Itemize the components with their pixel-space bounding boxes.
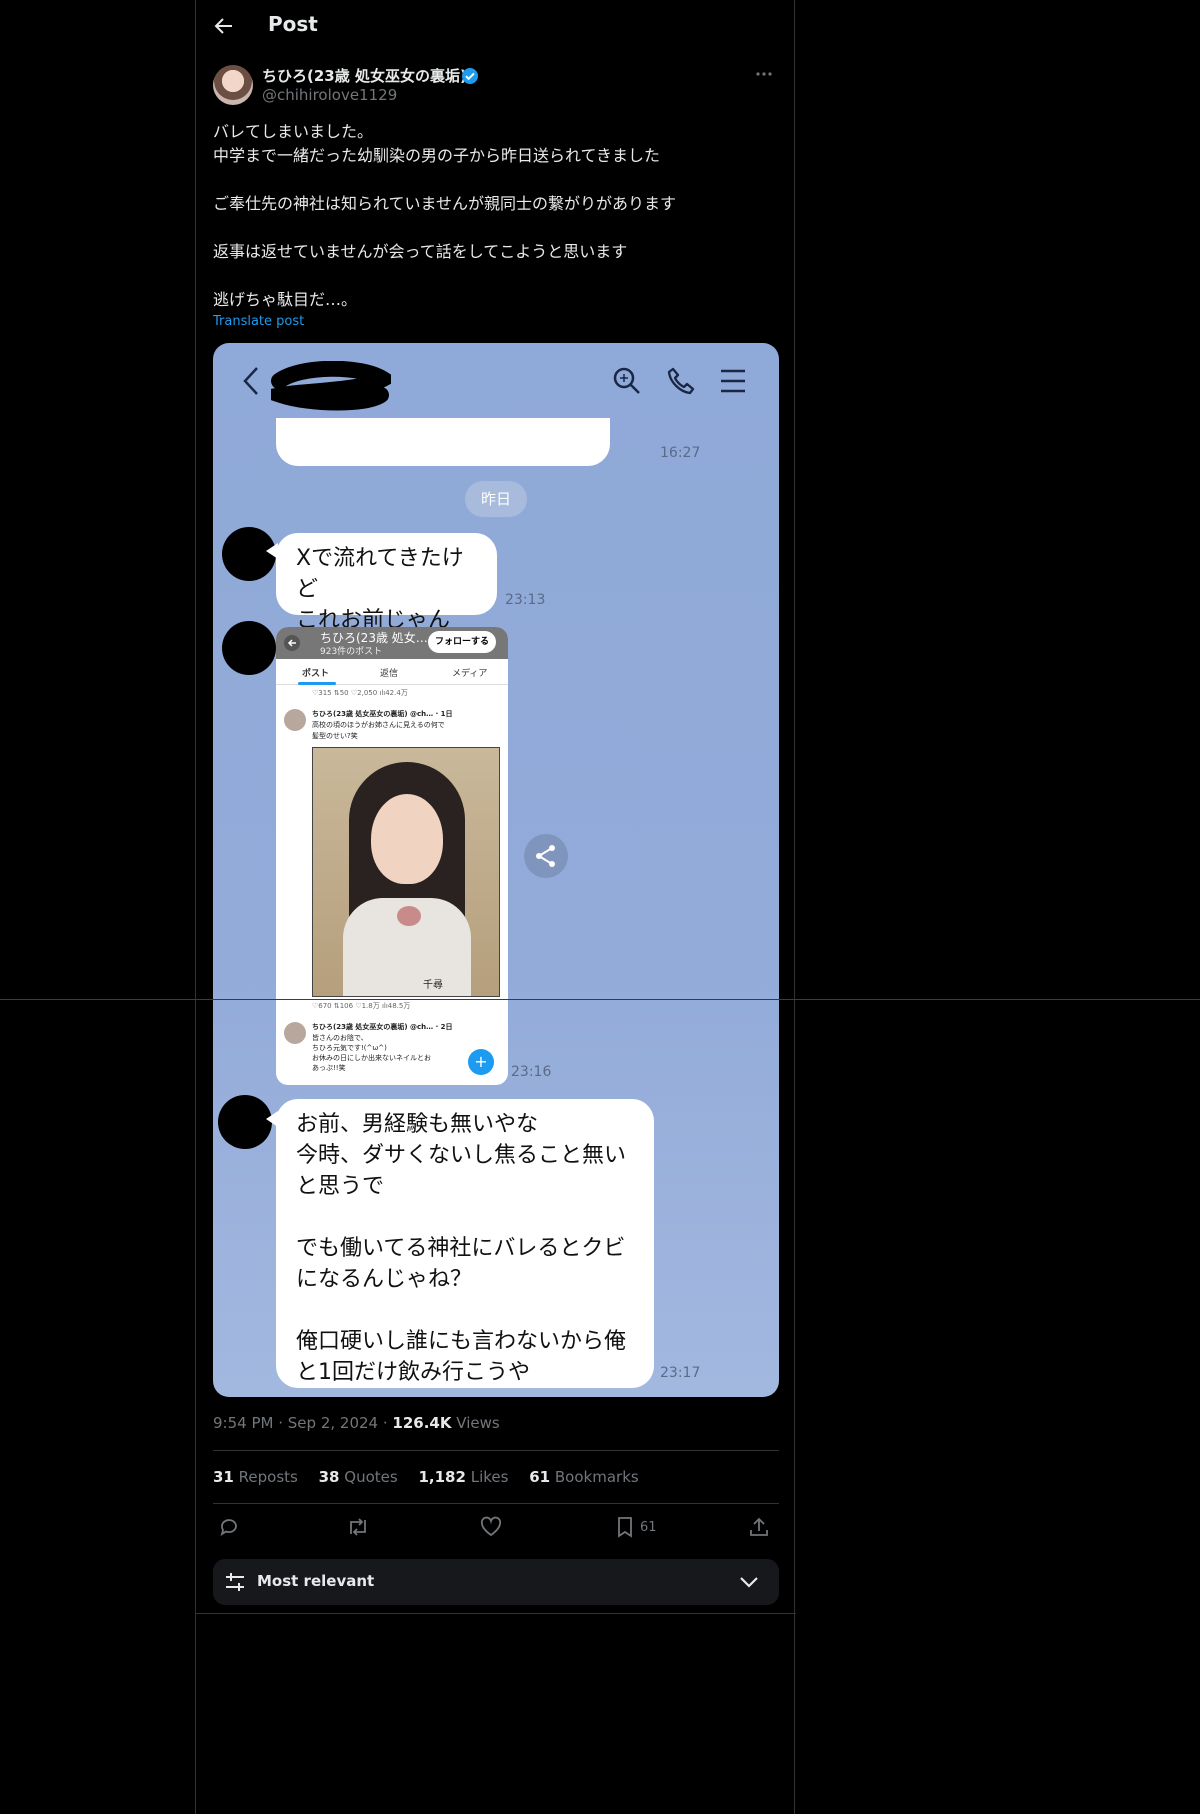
- verified-badge-icon: [462, 68, 478, 84]
- sender-avatar-redacted: [218, 1095, 272, 1149]
- post-text: バレてしまいました。 中学まで一緒だった幼馴染の男の子から昨日送られてきました …: [213, 122, 677, 309]
- screenshot-avatar: [284, 709, 306, 731]
- translate-post-link[interactable]: Translate post: [213, 314, 304, 329]
- quotes-stat[interactable]: 38 Quotes: [319, 1468, 398, 1486]
- post-image[interactable]: 16:27 昨日 Xで流れてきたけど これお前じゃん 23:13 ちひろ(23歳…: [213, 343, 779, 1397]
- screenshot-seam-line: [0, 999, 1200, 1000]
- screenshot-post-text: 皆さんのお陰で、: [312, 1034, 368, 1042]
- screenshot-tabs: ポスト 返信 メディア: [276, 659, 508, 685]
- photo-ribbon: [397, 906, 421, 926]
- reply-button[interactable]: [218, 1514, 240, 1540]
- screenshot-header: ちひろ(23歳 処女… 923件のポスト フォローする: [276, 627, 508, 659]
- meta-separator: ·: [382, 1414, 393, 1432]
- chat-bubble: Xで流れてきたけど これお前じゃん: [276, 533, 497, 633]
- more-options-button[interactable]: [751, 64, 777, 84]
- chat-bubble: お前、男経験も無いやな 今時、ダサくないし焦ること無い と思うで でも働いてる神…: [276, 1099, 654, 1388]
- upload-icon: [750, 1517, 768, 1536]
- views-count: 126.4K: [392, 1414, 452, 1432]
- bookmarks-stat[interactable]: 61 Bookmarks: [529, 1468, 638, 1486]
- back-button[interactable]: [210, 12, 238, 40]
- divider: [213, 1450, 779, 1451]
- screenshot-photo: 千尋: [312, 747, 500, 997]
- bookmark-button[interactable]: 61: [614, 1514, 657, 1540]
- reply-icon: [220, 1519, 237, 1536]
- screenshot-tab-posts: ポスト: [302, 669, 330, 679]
- screenshot-post-text: 高校の頃のほうがお姉さんに見えるの何で: [312, 721, 445, 729]
- likes-stat[interactable]: 1,182 Likes: [418, 1468, 508, 1486]
- quotes-count: 38: [318, 1468, 340, 1486]
- chat-time: 23:16: [511, 1064, 552, 1080]
- author-handle[interactable]: @chihirolove1129: [262, 86, 397, 104]
- screenshot-stats-row: ♡315 ⇅50 ♡2,050 ılı42.4万: [312, 689, 408, 697]
- shared-screenshot[interactable]: ちひろ(23歳 処女… 923件のポスト フォローする ポスト 返信 メディア …: [276, 627, 508, 1085]
- reply-sort-dropdown[interactable]: Most relevant: [213, 1559, 779, 1605]
- date-separator: 昨日: [465, 481, 527, 517]
- views-label: Views: [456, 1414, 500, 1432]
- search-icon: [613, 367, 640, 394]
- reposts-count: 31: [213, 1468, 234, 1486]
- compose-plus-icon: +: [468, 1049, 494, 1075]
- screenshot-subtitle: 923件のポスト: [320, 647, 383, 657]
- photo-face: [371, 794, 443, 884]
- redaction-scribble: [271, 361, 391, 411]
- chat-bubble-partial: [276, 418, 610, 466]
- phone-icon: [667, 367, 695, 395]
- post-date[interactable]: Sep 2, 2024: [288, 1414, 378, 1432]
- arrow-left-icon: [284, 635, 300, 651]
- chevron-left-icon: [243, 367, 258, 395]
- screenshot-tab-media: メディア: [452, 669, 488, 679]
- sender-avatar-redacted: [222, 621, 276, 675]
- reposts-stat[interactable]: 31 Reposts: [213, 1468, 298, 1486]
- screenshot-follow-button: フォローする: [428, 631, 496, 653]
- likes-label: Likes: [470, 1468, 509, 1486]
- screenshot-avatar: [284, 1022, 306, 1044]
- post-column: Post ちひろ(23歳 処女巫女の裏垢) @chihirolove1129 バ…: [195, 0, 796, 1814]
- screenshot-tab-replies: 返信: [380, 669, 399, 679]
- photo-caption: 千尋: [423, 980, 443, 991]
- likes-count: 1,182: [418, 1468, 466, 1486]
- sort-label: Most relevant: [257, 1572, 375, 1590]
- avatar[interactable]: [213, 65, 253, 105]
- chat-time: 23:17: [660, 1365, 701, 1381]
- more-horizontal-icon: [756, 72, 772, 76]
- chat-time: 16:27: [660, 445, 701, 461]
- screenshot-post-name: ちひろ(23歳 処女巫女の裏垢) @ch… · 2日: [312, 1023, 453, 1031]
- screenshot-post-text: 髪型のせい?笑: [312, 732, 358, 740]
- divider: [213, 1503, 779, 1504]
- chat-time: 23:13: [505, 592, 546, 608]
- action-bar: 61: [213, 1514, 779, 1540]
- screenshot-post-text: お休みの日にしか出来ないネイルとお: [312, 1054, 431, 1062]
- engagement-stats: 31 Reposts 38 Quotes 1,182 Likes 61 Book…: [213, 1468, 655, 1486]
- arrow-left-icon: [214, 18, 232, 34]
- author-name[interactable]: ちひろ(23歳 処女巫女の裏垢): [262, 65, 467, 86]
- sliders-icon: [226, 1573, 244, 1591]
- bookmarks-count: 61: [529, 1468, 551, 1486]
- divider: [196, 1613, 796, 1614]
- meta-separator: ·: [278, 1414, 288, 1432]
- post-time[interactable]: 9:54 PM: [213, 1414, 273, 1432]
- bookmark-count: 61: [640, 1519, 657, 1535]
- post-meta: 9:54 PM · Sep 2, 2024 · 126.4K Views: [213, 1414, 500, 1432]
- heart-icon: [480, 1516, 502, 1537]
- screenshot-post-name: ちひろ(23歳 処女巫女の裏垢) @ch… · 1日: [312, 710, 453, 718]
- page-title: Post: [268, 12, 318, 36]
- share-icon: [536, 845, 555, 867]
- like-button[interactable]: [480, 1514, 502, 1540]
- bookmark-icon: [618, 1517, 632, 1538]
- reposts-label: Reposts: [238, 1468, 298, 1486]
- share-button[interactable]: [524, 834, 568, 878]
- repost-button[interactable]: [346, 1514, 370, 1540]
- repost-icon: [350, 1518, 366, 1536]
- menu-icon: [721, 369, 745, 393]
- chat-header: [213, 343, 779, 418]
- screenshot-stats-row: ♡670 ⇅106 ♡1.8万 ılı48.5万: [312, 1002, 411, 1010]
- screenshot-tab-underline: [298, 682, 336, 685]
- screenshot-post-text: ちひろ元気です!(^ω^): [312, 1044, 387, 1052]
- quotes-label: Quotes: [344, 1468, 398, 1486]
- chevron-down-icon: [740, 1577, 758, 1588]
- screenshot-post-text: あっぷ!!笑: [312, 1064, 346, 1072]
- share-post-button[interactable]: [748, 1514, 770, 1540]
- top-bar: Post: [196, 0, 796, 53]
- bookmarks-label: Bookmarks: [554, 1468, 639, 1486]
